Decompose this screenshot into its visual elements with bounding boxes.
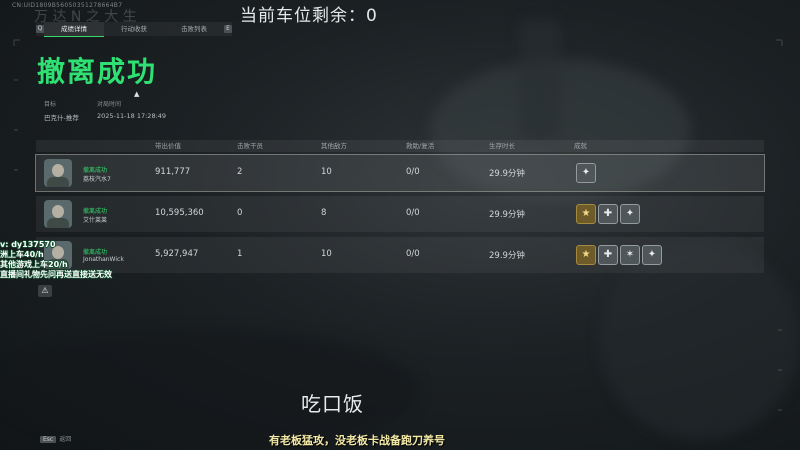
achievement-medal-icon[interactable]: ✚ — [598, 245, 618, 265]
achievement-medal-icon[interactable]: ✚ — [598, 204, 618, 224]
avatar — [44, 200, 72, 228]
row-kills: 0 — [237, 208, 243, 218]
avatar — [44, 159, 72, 187]
meta-time: 对局时间 2025-11-18 17:28:49 — [97, 99, 166, 120]
tab-loot[interactable]: 行动收获 — [104, 22, 164, 36]
header-survive: 生存时长 — [489, 142, 515, 150]
row-player-name: 艾什莱莱 — [83, 217, 108, 224]
achievement-medal-icon[interactable]: ✦ — [576, 163, 596, 183]
table-row[interactable]: 撤离成功 艾什莱莱 10,595,360 0 8 0/0 29.9分钟 ★ ✚ … — [36, 196, 764, 232]
prev-tab-key[interactable]: Q — [36, 25, 44, 33]
row-others: 8 — [321, 208, 327, 218]
table-header: 带出价值 击败干员 其他敌方 救助/复活 生存时长 成就 — [36, 140, 764, 152]
achievement-medal-icon[interactable]: ★ — [576, 204, 596, 224]
row-value: 10,595,360 — [155, 208, 204, 218]
header-achievements: 成就 — [574, 142, 587, 150]
row-player-name: 荔枝汽水7 — [83, 176, 111, 183]
table-row[interactable]: 撤离成功 JonathanWick 5,927,947 1 10 0/0 29.… — [36, 237, 764, 273]
overlay-line-rate2: 其他游戏上车20/h — [0, 260, 68, 269]
row-others: 10 — [321, 249, 332, 259]
row-survive: 29.9分钟 — [489, 251, 525, 261]
row-revive: 0/0 — [406, 208, 420, 218]
row-survive: 29.9分钟 — [489, 169, 525, 179]
row-revive: 0/0 — [406, 167, 420, 177]
result-tabbar: Q 成绩详情 行动收获 击败列表 E — [36, 21, 232, 37]
tab-score-details[interactable]: 成绩详情 — [44, 21, 104, 37]
row-status: 撤离成功 — [83, 167, 108, 174]
warning-icon[interactable]: ⚠ — [38, 285, 52, 297]
row-status: 撤离成功 — [83, 208, 108, 215]
overlay-line-contact: v: dy137570 — [0, 240, 56, 249]
meta-target-value: 巴克什-推荐 — [44, 114, 79, 122]
meta-time-value: 2025-11-18 17:28:49 — [97, 112, 167, 120]
achievement-medal-icon[interactable]: ✦ — [642, 245, 662, 265]
parking-counter: 当前车位剩余：0 — [240, 6, 378, 26]
row-survive: 29.9分钟 — [489, 210, 525, 220]
row-value: 5,927,947 — [155, 249, 199, 259]
meta-time-label: 对局时间 — [97, 101, 122, 108]
row-value: 911,777 — [155, 167, 191, 177]
row-revive: 0/0 — [406, 249, 420, 259]
mouse-cursor-icon: ▲ — [134, 90, 140, 98]
header-kills: 击败干员 — [237, 142, 263, 150]
table-row[interactable]: 撤离成功 荔枝汽水7 911,777 2 10 0/0 29.9分钟 ✦ — [35, 154, 765, 192]
stream-caption-center: 吃口饭 — [301, 392, 364, 416]
row-kills: 1 — [237, 249, 243, 259]
tab-kill-list[interactable]: 击败列表 — [164, 22, 224, 36]
meta-target-label: 目标 — [44, 101, 57, 108]
achievement-medal-icon[interactable]: ✶ — [620, 245, 640, 265]
overlay-line-rate1: 洲上车40/h — [0, 250, 44, 259]
extraction-result-title: 撤离成功 — [37, 55, 158, 88]
back-hint-label: 返回 — [59, 436, 72, 443]
back-hint[interactable]: Esc 返回 — [40, 434, 71, 443]
header-value: 带出价值 — [155, 142, 181, 150]
meta-target: 目标 巴克什-推荐 — [44, 99, 79, 122]
header-others: 其他敌方 — [321, 142, 347, 150]
header-revive: 救助/复活 — [406, 142, 435, 150]
row-others: 10 — [321, 167, 332, 177]
esc-key-icon: Esc — [40, 436, 57, 443]
background-tower — [520, 20, 560, 140]
stream-overlay-text: v: dy137570 洲上车40/h 其他游戏上车20/h 直播间礼物先问再送… — [0, 240, 112, 280]
row-kills: 2 — [237, 167, 243, 177]
achievement-medal-icon[interactable]: ✦ — [620, 204, 640, 224]
stream-caption-bottom: 有老板猛攻，没老板卡战备跑刀养号 — [269, 434, 445, 447]
achievement-medal-icon[interactable]: ★ — [576, 245, 596, 265]
overlay-line-gift-notice: 直播间礼物先问再送直接送无效 — [0, 270, 112, 279]
next-tab-key[interactable]: E — [224, 25, 232, 33]
